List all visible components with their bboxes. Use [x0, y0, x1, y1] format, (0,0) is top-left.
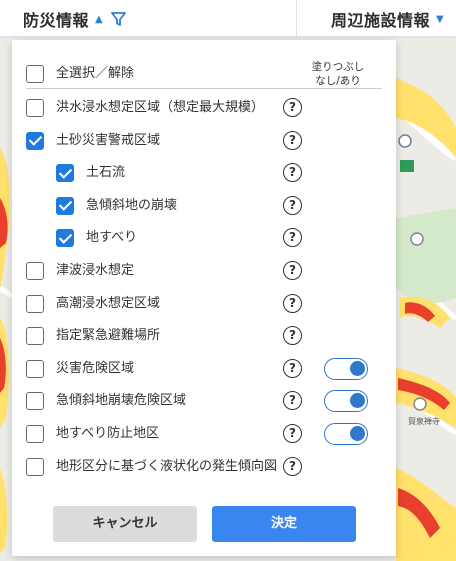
select-all-checkbox[interactable]	[26, 65, 44, 83]
map-place-label: 賀泉禅寺	[408, 417, 440, 426]
layer-label: 地すべり	[86, 230, 138, 246]
select-all-label: 全選択／解除	[56, 66, 135, 81]
layer-label: 指定緊急避難場所	[56, 328, 161, 344]
layer-checkbox[interactable]	[26, 262, 44, 280]
fill-toggle[interactable]	[324, 423, 368, 445]
caret-up-icon: ▲	[95, 13, 103, 25]
layer-checkbox[interactable]	[26, 294, 44, 313]
help-icon[interactable]: ?	[283, 195, 302, 215]
layer-checkbox[interactable]	[26, 457, 44, 476]
fill-toggle[interactable]	[324, 357, 368, 380]
help-icon[interactable]: ?	[283, 130, 302, 150]
help-icon[interactable]: ?	[283, 456, 302, 476]
layer-checkbox[interactable]	[56, 196, 74, 215]
toggle-knob	[350, 393, 365, 409]
layer-checkbox[interactable]	[26, 392, 44, 411]
layer-row[interactable]: 地すべり防止地区?	[12, 418, 396, 450]
toggle-knob	[350, 360, 365, 376]
layer-label: 洪水浸水想定区域（想定最大規模）	[56, 100, 265, 115]
help-icon[interactable]: ?	[283, 424, 302, 443]
help-icon[interactable]: ?	[283, 358, 302, 378]
disaster-info-title: 防災情報	[23, 11, 90, 30]
layer-row[interactable]: 洪水浸水想定区域（想定最大規模）?	[12, 92, 396, 124]
layer-row[interactable]: 災害危険区域?	[12, 353, 396, 385]
nearby-facilities-title: 周辺施設情報	[331, 11, 431, 30]
disaster-layer-panel: 全選択／解除 塗りつぶし なし/あり 洪水浸水想定区域（想定最大規模）? 土砂災害…	[12, 40, 396, 556]
caret-down-icon: ▼	[436, 13, 444, 25]
layer-row[interactable]: 急傾斜地の崩壊?	[12, 190, 396, 222]
layer-label: 土石流	[86, 165, 126, 181]
layer-row[interactable]: 地すべり?	[12, 222, 396, 254]
header-divider	[296, 0, 297, 38]
layer-checkbox[interactable]	[56, 164, 74, 183]
layer-row[interactable]: 急傾斜地崩壊危険区域?	[12, 385, 396, 417]
ok-button[interactable]: 決定	[212, 506, 356, 542]
layer-row[interactable]: 津波浸水想定?	[12, 255, 396, 287]
cancel-button[interactable]: キャンセル	[53, 506, 197, 542]
layer-label: 災害危険区域	[56, 360, 135, 376]
layer-row[interactable]: 指定緊急避難場所?	[12, 320, 396, 352]
top-header: 防災情報 ▲ 周辺施設情報 ▼	[0, 0, 456, 38]
layer-row[interactable]: 土砂災害警戒区域?	[12, 125, 396, 157]
layer-label: 地形区分に基づく液状化の発生傾向図	[56, 458, 278, 474]
disaster-info-tab[interactable]: 防災情報 ▲	[23, 0, 126, 38]
help-icon[interactable]: ?	[283, 293, 302, 313]
layer-checkbox[interactable]	[26, 359, 44, 378]
layer-checkbox[interactable]	[26, 99, 44, 117]
layer-label: 土砂災害警戒区域	[56, 132, 161, 148]
toggle-knob	[350, 426, 365, 441]
filter-icon[interactable]	[110, 11, 126, 27]
layer-checkbox[interactable]	[56, 229, 74, 248]
help-icon[interactable]: ?	[283, 326, 302, 346]
fill-toggle[interactable]	[324, 390, 368, 413]
fill-header-line2: なし/あり	[315, 75, 361, 87]
layer-label: 津波浸水想定	[56, 263, 135, 278]
layer-checkbox[interactable]	[26, 131, 44, 150]
help-icon[interactable]: ?	[283, 391, 302, 411]
help-icon[interactable]: ?	[283, 98, 302, 117]
layer-row[interactable]: 地形区分に基づく液状化の発生傾向図?	[12, 451, 396, 483]
nearby-facilities-tab[interactable]: 周辺施設情報 ▼	[331, 0, 444, 38]
help-icon[interactable]: ?	[283, 163, 302, 183]
layer-label: 急傾斜地の崩壊	[86, 197, 178, 213]
layer-label: 高潮浸水想定区域	[56, 295, 161, 311]
help-icon[interactable]: ?	[283, 228, 302, 248]
layer-checkbox[interactable]	[26, 425, 44, 443]
layer-checkbox[interactable]	[26, 327, 44, 346]
layer-label: 地すべり防止地区	[56, 426, 160, 441]
fill-column-header: 塗りつぶし なし/あり	[298, 60, 378, 88]
layer-row[interactable]: 高潮浸水想定区域?	[12, 288, 396, 320]
layer-row[interactable]: 土石流?	[12, 157, 396, 189]
fill-header-line1: 塗りつぶし	[311, 61, 365, 73]
help-icon[interactable]: ?	[283, 261, 302, 280]
layer-label: 急傾斜地崩壊危険区域	[56, 393, 187, 409]
header-divider-line	[26, 88, 382, 89]
